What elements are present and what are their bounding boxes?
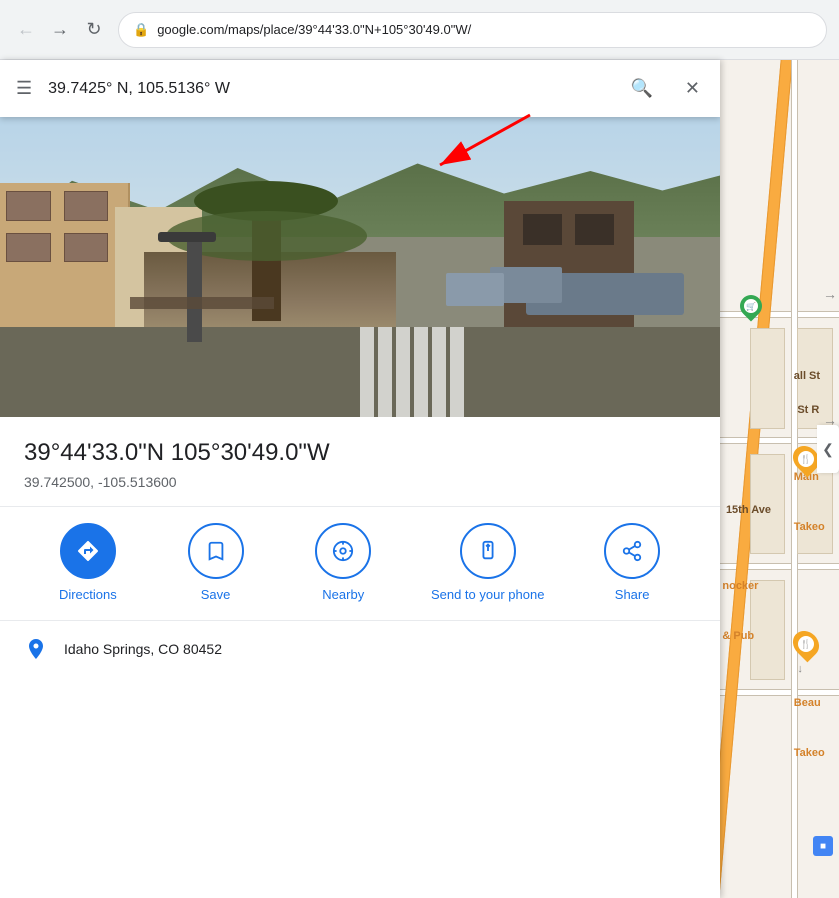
street-scene — [0, 117, 720, 417]
road-arrow-3: ↓ — [797, 663, 803, 675]
action-buttons: Directions Save — [0, 507, 720, 621]
map-label-takeo2: Takeo — [794, 747, 825, 759]
search-query: 39.7425° N, 105.5136° W — [48, 80, 610, 98]
save-label: Save — [201, 587, 231, 604]
map-block-1 — [750, 328, 786, 429]
save-button[interactable]: Save — [176, 523, 256, 604]
poi-marker-blue: ■ — [813, 836, 833, 856]
main-layout: ☰ 39.7425° N, 105.5136° W 🔍 ✕ — [0, 60, 839, 898]
url-text: google.com/maps/place/39°44'33.0"N+105°3… — [157, 22, 471, 37]
map-background: → → ↓ all St St R 15th Ave Main Takeo no… — [720, 60, 839, 898]
directions-icon-circle — [60, 523, 116, 579]
back-button[interactable]: ← — [12, 16, 40, 44]
share-button[interactable]: Share — [592, 523, 672, 604]
map-panel[interactable]: → → ↓ all St St R 15th Ave Main Takeo no… — [720, 60, 839, 898]
building-left — [0, 183, 130, 348]
coords-decimal: 39.742500, -105.513600 — [24, 474, 696, 490]
send-to-phone-button[interactable]: Send to your phone — [431, 523, 544, 604]
nav-buttons: ← → ↻ — [12, 16, 108, 44]
address-text: Idaho Springs, CO 80452 — [64, 641, 222, 657]
nearby-icon — [332, 540, 354, 562]
forward-button[interactable]: → — [46, 16, 74, 44]
crosswalk — [360, 327, 576, 417]
map-label-beau: Beau — [794, 697, 821, 709]
map-label-str: St R — [797, 404, 819, 416]
browser-chrome: ← → ↻ 🔒 google.com/maps/place/39°44'33.0… — [0, 0, 839, 60]
share-label: Share — [615, 587, 650, 604]
address-bar[interactable]: 🔒 google.com/maps/place/39°44'33.0"N+105… — [118, 12, 827, 48]
save-icon — [205, 540, 227, 562]
map-road-h4 — [720, 689, 839, 696]
street-view — [0, 117, 720, 417]
sidebar-panel: ☰ 39.7425° N, 105.5136° W 🔍 ✕ — [0, 60, 720, 898]
car-3 — [446, 273, 504, 306]
road-arrow-1: → — [823, 286, 837, 302]
save-icon-circle — [188, 523, 244, 579]
map-label-pub: & Pub — [722, 630, 754, 642]
send-to-phone-label: Send to your phone — [431, 587, 544, 604]
map-label-nocker: nocker — [722, 580, 758, 592]
nearby-label: Nearby — [322, 587, 364, 604]
directions-button[interactable]: Directions — [48, 523, 128, 604]
map-label-takeo1: Takeo — [794, 521, 825, 533]
map-block-3 — [750, 580, 786, 681]
location-row: Idaho Springs, CO 80452 — [0, 621, 720, 677]
location-pin-icon — [24, 637, 48, 661]
road-surface — [0, 327, 720, 417]
directions-icon — [76, 539, 100, 563]
fence — [130, 297, 274, 309]
search-icon[interactable]: 🔍 — [626, 74, 656, 103]
street-lamp — [187, 237, 201, 342]
hamburger-icon[interactable]: ☰ — [16, 78, 32, 99]
coords-dms: 39°44'33.0"N 105°30'49.0"W — [24, 437, 696, 468]
map-label-15thave: 15th Ave — [726, 504, 771, 516]
location-info: 39°44'33.0"N 105°30'49.0"W 39.742500, -1… — [0, 417, 720, 507]
refresh-button[interactable]: ↻ — [80, 16, 108, 44]
search-bar: ☰ 39.7425° N, 105.5136° W 🔍 ✕ — [0, 60, 720, 117]
directions-label: Directions — [59, 587, 117, 604]
sidebar-collapse-button[interactable]: ❮ — [817, 425, 839, 473]
lock-icon: 🔒 — [133, 22, 149, 38]
share-icon — [621, 540, 643, 562]
close-icon[interactable]: ✕ — [681, 74, 704, 103]
share-icon-circle — [604, 523, 660, 579]
map-road-h1 — [720, 311, 839, 318]
send-to-phone-icon-circle — [460, 523, 516, 579]
send-to-phone-icon — [477, 540, 499, 562]
map-label-allst: all St — [794, 370, 820, 382]
nearby-button[interactable]: Nearby — [303, 523, 383, 604]
nearby-icon-circle — [315, 523, 371, 579]
